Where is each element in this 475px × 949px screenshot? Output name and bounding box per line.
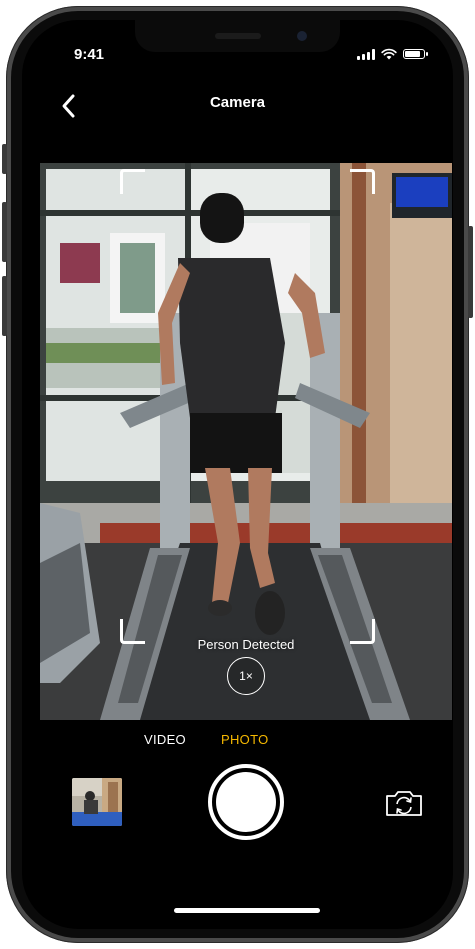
zoom-button[interactable]: 1×	[227, 657, 265, 695]
page-title: Camera	[209, 94, 266, 111]
status-time: 9:41	[74, 46, 105, 63]
wifi-icon	[381, 48, 397, 60]
focus-corner-top-right	[350, 169, 375, 194]
notch	[135, 20, 340, 52]
battery-icon	[403, 49, 428, 59]
home-indicator[interactable]	[174, 908, 320, 913]
focus-corner-top-left	[120, 169, 145, 194]
cellular-signal-icon	[357, 48, 375, 60]
capture-mode-selector: VIDEO PHOTO	[22, 732, 453, 752]
last-photo-thumbnail[interactable]	[72, 778, 122, 826]
mode-video[interactable]: VIDEO	[144, 732, 186, 747]
camera-viewfinder[interactable]: Person Detected 1×	[40, 163, 452, 720]
status-icons	[357, 48, 428, 60]
camera-screen: 9:41 Camera Person Detected 1× VIDEO PHO…	[22, 20, 453, 929]
power-button	[468, 226, 473, 318]
mute-switch	[2, 144, 7, 174]
shutter-button[interactable]	[208, 764, 284, 840]
earpiece-speaker	[215, 33, 261, 39]
camera-flip-icon[interactable]	[384, 788, 424, 818]
photo-thumbnail-image	[72, 778, 122, 826]
front-camera-icon	[297, 31, 307, 41]
detection-label: Person Detected	[197, 637, 295, 652]
volume-up-button	[2, 202, 7, 262]
mode-photo[interactable]: PHOTO	[221, 732, 269, 747]
volume-down-button	[2, 276, 7, 336]
shutter-inner	[216, 772, 276, 832]
battery-level	[405, 51, 420, 57]
